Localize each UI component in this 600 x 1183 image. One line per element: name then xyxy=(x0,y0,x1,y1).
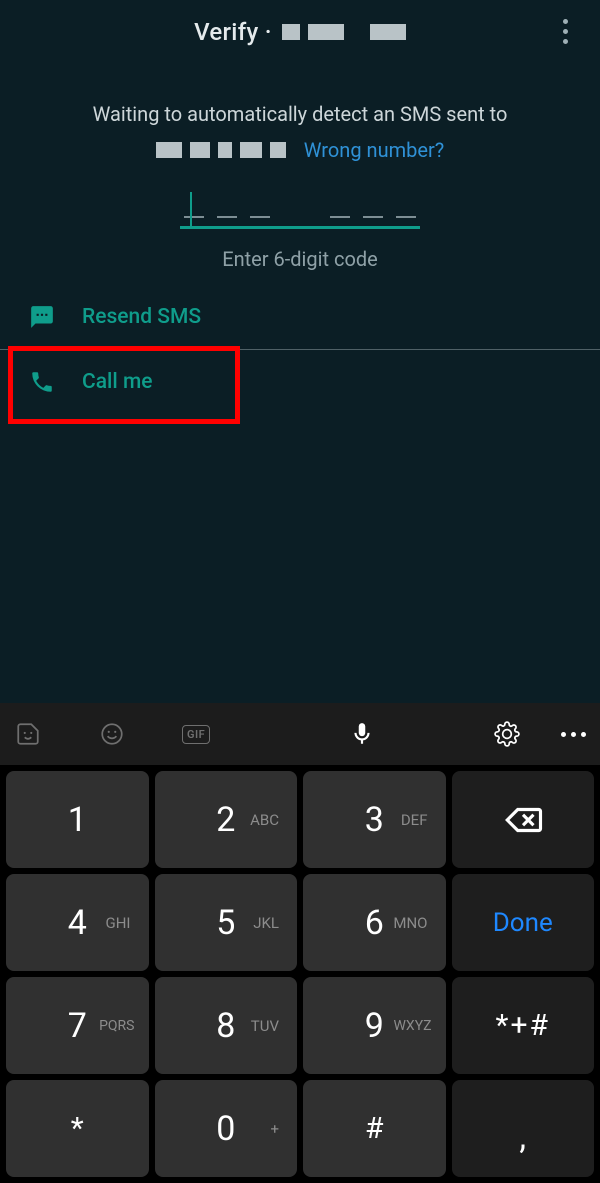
verification-code-input[interactable] xyxy=(180,188,420,229)
waiting-text: Waiting to automatically detect an SMS s… xyxy=(0,98,600,166)
backspace-icon xyxy=(502,799,544,841)
key-symbols[interactable]: *+# xyxy=(452,977,595,1074)
gif-icon[interactable]: GIF xyxy=(182,725,210,744)
key-8[interactable]: 8TUV xyxy=(155,977,298,1074)
redacted-phone-body xyxy=(156,142,286,158)
keyboard-more-icon[interactable] xyxy=(561,732,586,737)
key-backspace[interactable] xyxy=(452,771,595,868)
key-6[interactable]: 6MNO xyxy=(303,874,446,971)
code-input-wrap xyxy=(0,188,600,229)
numeric-keyboard: GIF 1 2ABC 3DEF 4GHI 5JKL 6MNO Done 7PQR… xyxy=(0,703,600,1183)
more-options-button[interactable] xyxy=(548,14,582,48)
code-hint: Enter 6-digit code xyxy=(0,247,600,271)
emoji-icon[interactable] xyxy=(98,720,126,748)
key-star[interactable]: * xyxy=(6,1080,149,1177)
input-cursor xyxy=(190,192,192,226)
resend-sms-label: Resend SMS xyxy=(82,305,201,329)
waiting-line1: Waiting to automatically detect an SMS s… xyxy=(20,98,580,130)
app-header: Verify · xyxy=(0,0,600,64)
call-me-label: Call me xyxy=(82,370,153,394)
key-3[interactable]: 3DEF xyxy=(303,771,446,868)
code-placeholder-dashes xyxy=(180,198,420,218)
wrong-number-link[interactable]: Wrong number? xyxy=(304,134,444,166)
key-1[interactable]: 1 xyxy=(6,771,149,868)
sms-icon xyxy=(28,303,56,331)
title-prefix: Verify · xyxy=(194,18,272,46)
key-9[interactable]: 9WXYZ xyxy=(303,977,446,1074)
key-5[interactable]: 5JKL xyxy=(155,874,298,971)
resend-sms-button[interactable]: Resend SMS xyxy=(0,285,600,349)
key-done[interactable]: Done xyxy=(452,874,595,971)
key-4[interactable]: 4GHI xyxy=(6,874,149,971)
keypad-grid: 1 2ABC 3DEF 4GHI 5JKL 6MNO Done 7PQRS 8T… xyxy=(0,765,600,1183)
phone-icon xyxy=(28,368,56,396)
keyboard-toolbar: GIF xyxy=(0,703,600,765)
key-7[interactable]: 7PQRS xyxy=(6,977,149,1074)
call-me-button[interactable]: Call me xyxy=(0,350,600,414)
key-comma[interactable]: , xyxy=(452,1080,595,1177)
mic-icon[interactable] xyxy=(348,720,376,748)
key-2[interactable]: 2ABC xyxy=(155,771,298,868)
sticker-icon[interactable] xyxy=(14,720,42,748)
settings-icon[interactable] xyxy=(493,720,521,748)
redacted-phone-header xyxy=(282,24,406,40)
key-0[interactable]: 0+ xyxy=(155,1080,298,1177)
page-title: Verify · xyxy=(194,18,406,46)
key-hash[interactable]: # xyxy=(303,1080,446,1177)
